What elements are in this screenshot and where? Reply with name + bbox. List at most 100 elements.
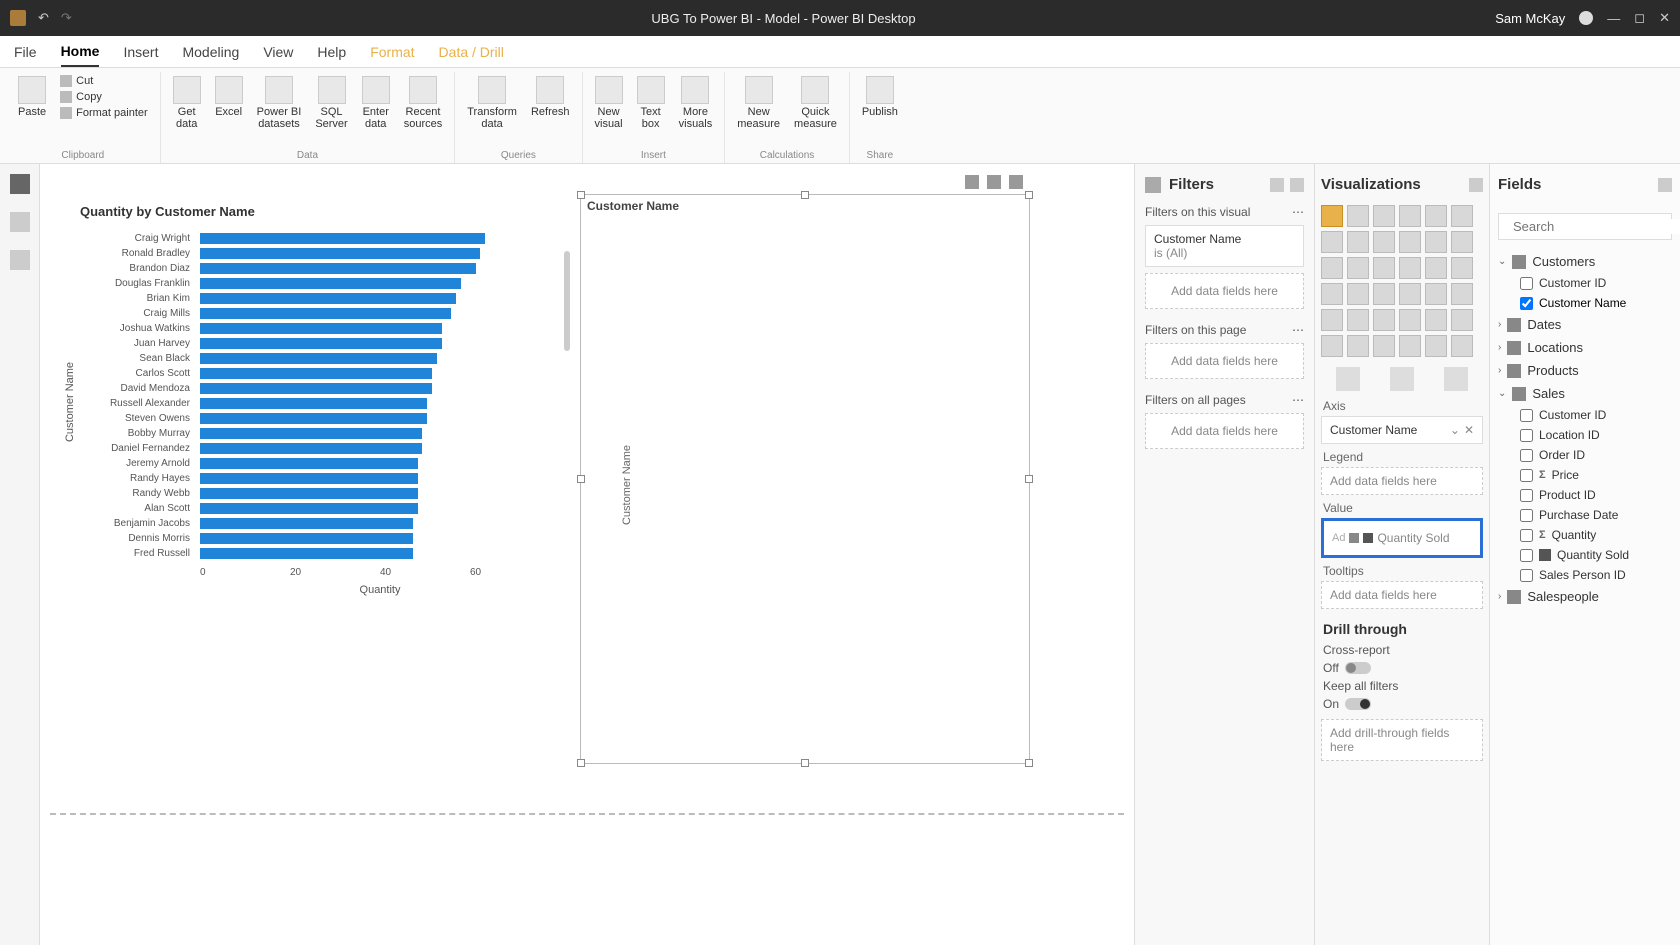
viz-type-icon[interactable] xyxy=(1451,283,1473,305)
table-node[interactable]: ›Dates xyxy=(1498,313,1672,336)
bar[interactable] xyxy=(200,263,476,274)
field-node[interactable]: Purchase Date xyxy=(1498,505,1672,525)
bar[interactable] xyxy=(200,233,485,244)
filter-drop-zone[interactable]: Add data fields here xyxy=(1145,273,1304,309)
filter-drop-zone[interactable]: Add data fields here xyxy=(1145,413,1304,449)
bar[interactable] xyxy=(200,368,432,379)
viz-type-icon[interactable] xyxy=(1425,309,1447,331)
refresh-button[interactable]: Refresh xyxy=(525,72,576,122)
field-node[interactable]: Customer ID xyxy=(1498,273,1672,293)
viz-type-icon[interactable] xyxy=(1347,231,1369,253)
more-visuals-button[interactable]: More visuals xyxy=(673,72,719,134)
filter-icon[interactable] xyxy=(965,175,979,189)
viz-type-icon[interactable] xyxy=(1373,309,1395,331)
chevron-down-icon[interactable]: ⌄ xyxy=(1450,423,1460,437)
viz-type-icon[interactable] xyxy=(1373,283,1395,305)
field-node[interactable]: Customer Name xyxy=(1498,293,1672,313)
table-node[interactable]: ›Salespeople xyxy=(1498,585,1672,608)
bar[interactable] xyxy=(200,428,422,439)
report-canvas[interactable]: Quantity by Customer Name Customer Name … xyxy=(40,164,1135,945)
bar[interactable] xyxy=(200,383,432,394)
redo-icon[interactable]: ↷ xyxy=(61,10,72,26)
resize-handle[interactable] xyxy=(1025,759,1033,767)
bar[interactable] xyxy=(200,278,461,289)
text-box-button[interactable]: Text box xyxy=(631,72,671,134)
viz-type-icon[interactable] xyxy=(1347,257,1369,279)
report-view-icon[interactable] xyxy=(10,174,30,194)
pbi-datasets-button[interactable]: Power BI datasets xyxy=(251,72,308,134)
viz-type-icon[interactable] xyxy=(1425,335,1447,357)
viz-type-icon[interactable] xyxy=(1321,283,1343,305)
remove-field-icon[interactable]: ✕ xyxy=(1464,423,1474,437)
viz-type-icon[interactable] xyxy=(1425,231,1447,253)
field-checkbox[interactable] xyxy=(1520,469,1533,482)
fields-search[interactable] xyxy=(1498,213,1672,240)
field-checkbox[interactable] xyxy=(1520,449,1533,462)
bar[interactable] xyxy=(200,443,422,454)
field-checkbox[interactable] xyxy=(1520,569,1533,582)
bar[interactable] xyxy=(200,503,418,514)
tab-data-drill[interactable]: Data / Drill xyxy=(439,38,504,66)
data-view-icon[interactable] xyxy=(10,212,30,232)
tab-help[interactable]: Help xyxy=(317,38,346,66)
new-visual-button[interactable]: New visual xyxy=(589,72,629,134)
recent-sources-button[interactable]: Recent sources xyxy=(398,72,449,134)
bar[interactable] xyxy=(200,308,451,319)
field-checkbox[interactable] xyxy=(1520,429,1533,442)
viz-type-icon[interactable] xyxy=(1399,231,1421,253)
section-more-icon[interactable]: ⋯ xyxy=(1292,393,1304,407)
viz-type-icon[interactable] xyxy=(1321,205,1343,227)
bar[interactable] xyxy=(200,338,442,349)
search-input[interactable] xyxy=(1513,219,1680,234)
tooltips-well[interactable]: Add data fields here xyxy=(1321,581,1483,609)
viz-type-icon[interactable] xyxy=(1399,335,1421,357)
bar[interactable] xyxy=(200,533,413,544)
viz-type-icon[interactable] xyxy=(1347,335,1369,357)
field-checkbox[interactable] xyxy=(1520,409,1533,422)
quick-measure-button[interactable]: Quick measure xyxy=(788,72,843,134)
get-data-button[interactable]: Get data xyxy=(167,72,207,134)
field-node[interactable]: Product ID xyxy=(1498,485,1672,505)
tab-modeling[interactable]: Modeling xyxy=(182,38,239,66)
format-tab-icon[interactable] xyxy=(1390,367,1414,391)
paste-button[interactable]: Paste xyxy=(12,72,52,122)
viz-type-icon[interactable] xyxy=(1373,335,1395,357)
filter-drop-zone[interactable]: Add data fields here xyxy=(1145,343,1304,379)
bar[interactable] xyxy=(200,473,418,484)
viz-type-icon[interactable] xyxy=(1373,257,1395,279)
viz-type-icon[interactable] xyxy=(1451,309,1473,331)
field-node[interactable]: Location ID xyxy=(1498,425,1672,445)
avatar[interactable] xyxy=(1579,11,1593,25)
resize-handle[interactable] xyxy=(577,759,585,767)
bar[interactable] xyxy=(200,458,418,469)
viz-type-icon[interactable] xyxy=(1321,309,1343,331)
bar[interactable] xyxy=(200,323,442,334)
field-checkbox[interactable] xyxy=(1520,489,1533,502)
section-more-icon[interactable]: ⋯ xyxy=(1292,205,1304,219)
keep-filters-toggle[interactable] xyxy=(1345,698,1371,710)
viz-type-icon[interactable] xyxy=(1347,309,1369,331)
fields-tab-icon[interactable] xyxy=(1336,367,1360,391)
bar-chart-visual[interactable]: Quantity by Customer Name Customer Name … xyxy=(80,204,560,596)
analytics-tab-icon[interactable] xyxy=(1444,367,1468,391)
viz-type-icon[interactable] xyxy=(1425,205,1447,227)
viz-type-icon[interactable] xyxy=(1425,257,1447,279)
field-checkbox[interactable] xyxy=(1520,529,1533,542)
bar[interactable] xyxy=(200,413,427,424)
resize-handle[interactable] xyxy=(1025,191,1033,199)
excel-button[interactable]: Excel xyxy=(209,72,249,122)
legend-well[interactable]: Add data fields here xyxy=(1321,467,1483,495)
field-node[interactable]: Order ID xyxy=(1498,445,1672,465)
viz-type-icon[interactable] xyxy=(1399,309,1421,331)
field-node[interactable]: Customer ID xyxy=(1498,405,1672,425)
field-checkbox[interactable] xyxy=(1520,297,1533,310)
value-well[interactable]: Ad Quantity Sold xyxy=(1321,518,1483,558)
table-node[interactable]: ›Products xyxy=(1498,359,1672,382)
resize-handle[interactable] xyxy=(1025,475,1033,483)
field-node[interactable]: Quantity Sold xyxy=(1498,545,1672,565)
field-checkbox[interactable] xyxy=(1520,549,1533,562)
bar[interactable] xyxy=(200,353,437,364)
more-options-icon[interactable] xyxy=(1009,175,1023,189)
filter-card[interactable]: Customer Name is (All) xyxy=(1145,225,1304,267)
tab-file[interactable]: File xyxy=(14,38,37,66)
